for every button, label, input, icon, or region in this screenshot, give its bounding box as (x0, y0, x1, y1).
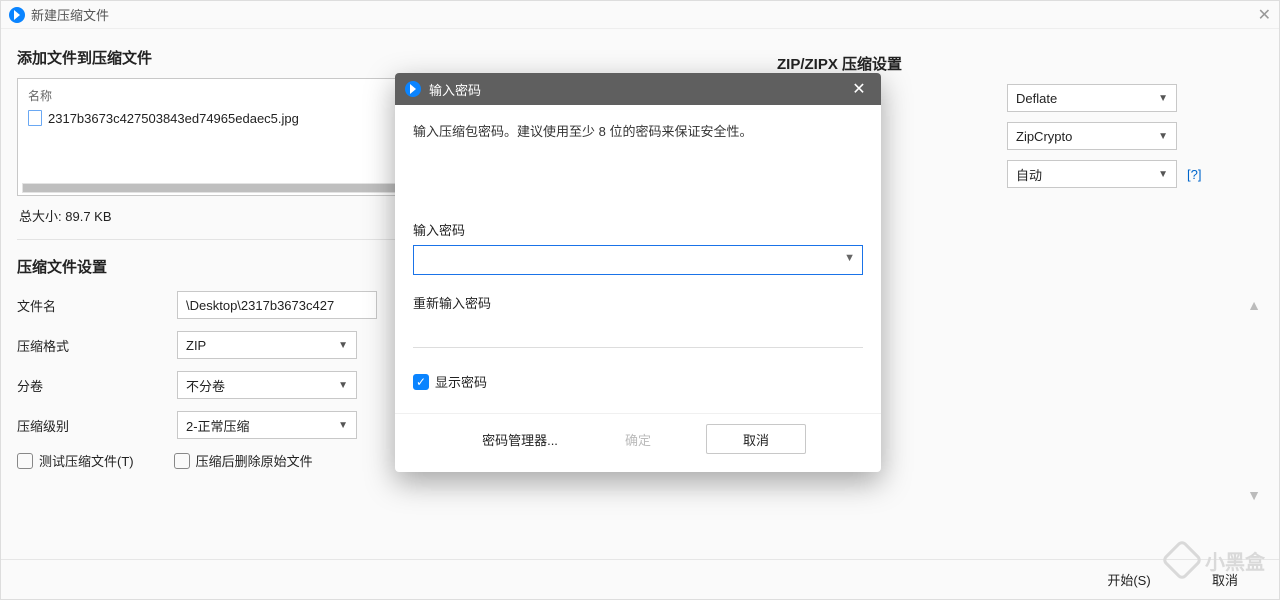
password-dialog: 输入密码 ✕ 输入压缩包密码。建议使用至少 8 位的密码来保证安全性。 输入密码… (395, 73, 881, 472)
password-label: 输入密码 (413, 220, 863, 239)
password-confirm-input[interactable] (413, 318, 863, 348)
app-icon (9, 7, 25, 23)
level-select[interactable]: 2-正常压缩 ▼ (177, 411, 357, 439)
password-confirm-label: 重新输入密码 (413, 293, 863, 312)
format-value: ZIP (186, 338, 206, 353)
checkbox-icon (17, 453, 33, 469)
cancel-button[interactable]: 取消 (1189, 566, 1261, 594)
level-value: 2-正常压缩 (186, 416, 250, 435)
main-window: 新建压缩文件 ✕ 添加文件到压缩文件 名称 2317b3673c42750384… (0, 0, 1280, 600)
test-archive-checkbox[interactable]: 测试压缩文件(T) (17, 451, 134, 470)
encryption-value: ZipCrypto (1016, 129, 1072, 144)
chevron-down-icon[interactable]: ▼ (844, 252, 855, 264)
format-select[interactable]: ZIP ▼ (177, 331, 357, 359)
add-files-heading: 添加文件到压缩文件 (17, 47, 757, 68)
delete-after-checkbox[interactable]: 压缩后删除原始文件 (174, 451, 313, 470)
dialog-titlebar[interactable]: 输入密码 ✕ (395, 73, 881, 105)
chevron-down-icon: ▼ (1158, 93, 1168, 104)
filename-value: \Desktop\2317b3673c427 (186, 298, 334, 313)
dialog-title: 输入密码 (429, 80, 481, 99)
window-titlebar: 新建压缩文件 ✕ (1, 1, 1279, 29)
chevron-down-icon: ▼ (338, 380, 348, 391)
method-value: Deflate (1016, 91, 1057, 106)
filename-field[interactable]: \Desktop\2317b3673c427 (177, 291, 377, 319)
dialog-footer: 密码管理器... 确定 取消 (395, 413, 881, 472)
expand-chevrons: ▲ ▼ (1247, 301, 1261, 503)
start-button[interactable]: 开始(S) (1093, 566, 1165, 594)
chevron-down-icon: ▼ (1158, 131, 1168, 142)
total-size-value: 89.7 KB (65, 209, 111, 224)
dialog-body: 输入压缩包密码。建议使用至少 8 位的密码来保证安全性。 输入密码 ▼ 重新输入… (395, 105, 881, 413)
footer-bar: 开始(S) 取消 (1, 559, 1279, 599)
show-password-checkbox[interactable]: 显示密码 (413, 372, 863, 391)
chevron-down-icon: ▼ (1158, 169, 1168, 180)
split-select[interactable]: 不分卷 ▼ (177, 371, 357, 399)
app-icon (405, 81, 421, 97)
filename-label: 文件名 (17, 296, 177, 315)
window-close-button[interactable]: ✕ (1258, 5, 1271, 25)
chevron-down-icon: ▼ (338, 420, 348, 431)
dialog-hint: 输入压缩包密码。建议使用至少 8 位的密码来保证安全性。 (413, 121, 863, 140)
split-label: 分卷 (17, 376, 177, 395)
dialog-close-button[interactable]: ✕ (847, 77, 871, 101)
encryption-select[interactable]: ZipCrypto ▼ (1007, 122, 1177, 150)
window-title: 新建压缩文件 (31, 5, 109, 24)
checkbox-icon (174, 453, 190, 469)
format-label: 压缩格式 (17, 336, 177, 355)
help-link[interactable]: [?] (1187, 167, 1201, 182)
auto-value: 自动 (1016, 165, 1042, 184)
chevron-down-icon[interactable]: ▼ (1247, 487, 1261, 503)
chevron-up-icon[interactable]: ▲ (1247, 297, 1261, 313)
ok-button: 确定 (588, 424, 688, 454)
split-value: 不分卷 (186, 376, 225, 395)
image-file-icon (28, 110, 42, 126)
cancel-button[interactable]: 取消 (706, 424, 806, 454)
zip-settings-heading: ZIP/ZIPX 压缩设置 (777, 53, 1263, 74)
checkbox-icon (413, 374, 429, 390)
password-input[interactable] (413, 245, 863, 275)
total-size-label: 总大小: (19, 209, 62, 224)
method-select[interactable]: Deflate ▼ (1007, 84, 1177, 112)
level-label: 压缩级别 (17, 416, 177, 435)
chevron-down-icon: ▼ (338, 340, 348, 351)
auto-select[interactable]: 自动 ▼ (1007, 160, 1177, 188)
password-manager-button[interactable]: 密码管理器... (470, 424, 570, 454)
file-name: 2317b3673c427503843ed74965edaec5.jpg (48, 111, 299, 126)
